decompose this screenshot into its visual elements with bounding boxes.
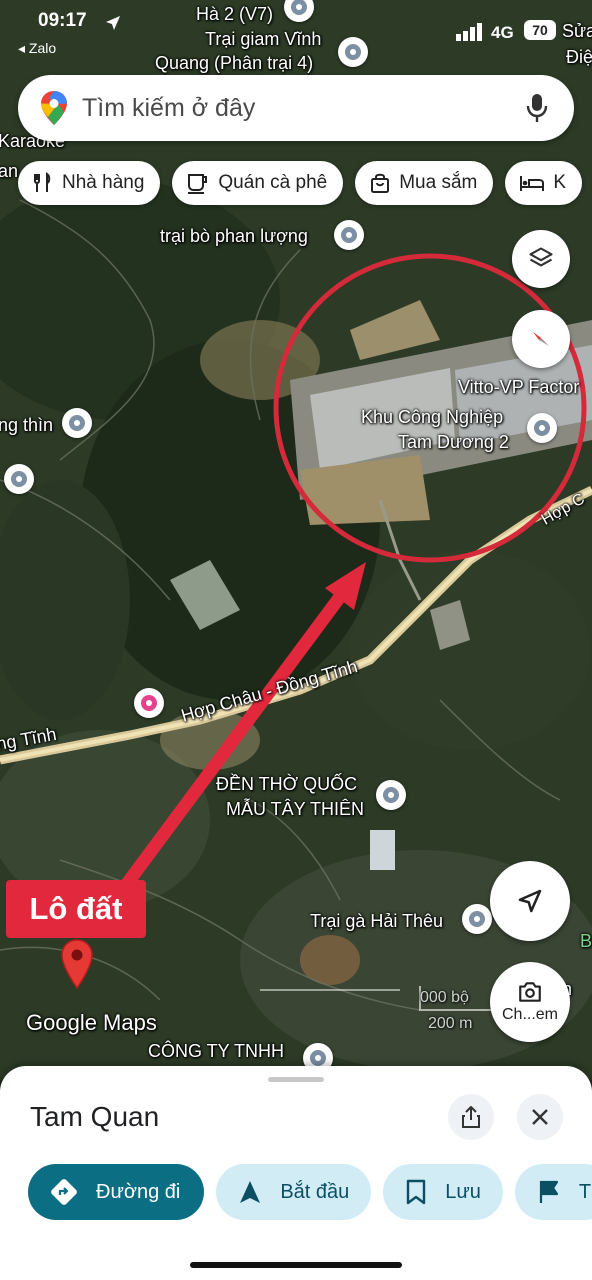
map-label: Vitto-VP Factor [458,377,580,397]
scale-feet: 000 bộ [420,989,469,1006]
map-label: MẪU TÂY THIÊN [226,799,365,819]
map-label: Điệ [566,47,592,67]
share-button[interactable] [448,1094,494,1140]
layers-icon [529,247,553,267]
chip-label: Mua sắm [399,172,478,193]
place-pin-icon[interactable] [4,464,34,494]
map-label: Trại gà Hải Thêu [310,911,444,931]
place-sheet: Tam Quan Đường đi Bắt đầu Lưu T [0,1066,592,1280]
directions-label: Đường đi [96,1180,181,1203]
location-marker-icon[interactable] [60,938,94,990]
label-label: T [578,1180,592,1203]
status-bar: 09:17 ◂ Zalo 4G 70 [0,8,592,56]
lens-button[interactable]: Ch...em [490,962,570,1042]
map-label: Khu Công Nghiệp [361,407,504,427]
bookmark-icon [407,1179,426,1205]
map-label: B [580,931,592,951]
layers-button[interactable] [512,230,570,288]
close-icon [532,1109,548,1125]
place-title: Tam Quan [30,1101,160,1132]
temple-pin-icon[interactable] [62,408,92,438]
directions-button[interactable]: Đường đi [28,1164,205,1220]
chip-label: K [553,172,567,193]
home-indicator[interactable] [190,1262,402,1268]
start-label: Bắt đầu [280,1180,350,1203]
place-pin-icon[interactable] [462,904,492,934]
annotation-label: Lô đất [6,880,146,938]
hotel-pin-icon[interactable] [134,688,164,718]
sheet-drag-handle[interactable] [268,1077,324,1082]
my-location-button[interactable] [490,861,570,941]
map-label: Quang (Phân trại 4) [155,53,314,73]
flag-icon [539,1180,559,1203]
signal-icon [456,23,482,41]
temple-pin-icon[interactable] [376,780,406,810]
network-type: 4G [491,23,514,42]
google-maps-logo: Google Maps [26,1010,157,1035]
search-input[interactable]: Tìm kiếm ở đây [82,94,526,123]
compass-icon [533,332,549,346]
navigation-arrow-icon [240,1181,261,1203]
coffee-icon [188,174,208,194]
map-label: ĐỀN THỜ QUỐC [216,774,358,794]
category-chips: Nhà hàng Quán cà phê Mua sắm K [18,161,583,205]
lens-label: Ch...em [501,1006,558,1023]
directions-icon [51,1179,77,1205]
save-label: Lưu [445,1180,481,1203]
save-button[interactable]: Lưu [383,1164,503,1220]
chip-shopping[interactable]: Mua sắm [355,161,494,205]
share-icon [462,1106,480,1128]
place-actions: Đường đi Bắt đầu Lưu T [28,1164,592,1220]
battery-icon: 70 [524,20,556,40]
industrial-pin-icon[interactable] [527,413,557,443]
map-label: ng thìn [0,415,54,435]
location-arrow-icon [106,16,120,30]
search-bar[interactable]: Tìm kiếm ở đây [18,75,574,141]
start-button[interactable]: Bắt đầu [216,1164,372,1220]
fork-knife-icon [34,172,51,192]
map-label: CÔNG TY TNHH [148,1041,285,1061]
map-label: Tam Dương 2 [398,432,509,452]
scale-meters: 200 m [428,1015,473,1032]
chip-label: Nhà hàng [62,172,145,193]
microphone-icon[interactable] [526,93,548,123]
map-label: an [0,161,19,181]
camera-icon [519,982,541,1002]
close-button[interactable] [517,1094,563,1140]
chip-restaurants[interactable]: Nhà hàng [18,161,161,205]
hotel-bed-icon [520,176,545,191]
compass-button[interactable] [512,310,570,368]
label-button[interactable]: T [514,1164,592,1220]
chip-label: Quán cà phê [218,172,328,193]
place-pin-icon[interactable] [334,220,364,250]
google-maps-pin-icon [41,91,67,125]
back-to-app[interactable]: ◂ Zalo [18,40,56,57]
shopping-bag-icon [371,173,390,193]
clock: 09:17 [38,10,87,31]
chip-coffee[interactable]: Quán cà phê [172,161,344,205]
navigation-arrow-icon [518,889,542,913]
map-label: trại bò phan lượng [160,226,308,246]
chip-hotels[interactable]: K [505,161,583,205]
